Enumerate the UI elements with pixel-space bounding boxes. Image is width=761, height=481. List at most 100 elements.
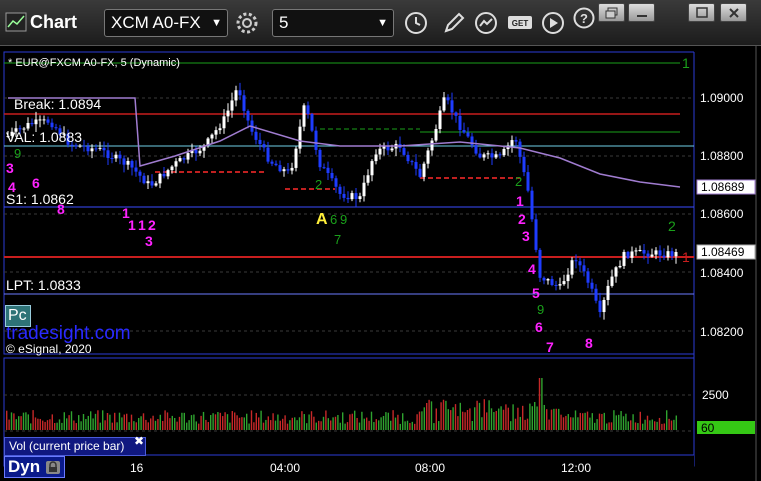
volume-bar (301, 411, 303, 430)
help-button[interactable]: ? (570, 4, 598, 32)
volume-bar (620, 411, 622, 430)
candle-body (498, 154, 502, 156)
play-button[interactable] (539, 9, 567, 37)
candle-body (454, 112, 458, 116)
candle-body (666, 251, 670, 258)
volume-bar (495, 410, 497, 430)
volume-bar (382, 415, 385, 430)
candle-body (38, 119, 42, 121)
volume-bar (15, 419, 17, 430)
volume-bar (22, 412, 25, 430)
candle-body (86, 146, 90, 152)
chart-header: * EUR@FXCM A0-FX, 5 (Dynamic) (8, 57, 180, 69)
volume-bar (327, 418, 329, 430)
volume-bar (214, 414, 217, 430)
volume-bar (32, 410, 34, 430)
candle-body (142, 175, 146, 184)
count-label: 2 (148, 217, 156, 233)
svg-text:GET: GET (512, 19, 529, 28)
candle-body (26, 122, 30, 129)
volume-bar (82, 414, 85, 430)
settings-button[interactable] (233, 9, 261, 37)
candle-body (266, 147, 270, 162)
candle-body (210, 134, 214, 139)
break-level-label: Break: 1.0894 (14, 96, 102, 112)
candle-body (550, 279, 554, 285)
volume-bar (627, 421, 629, 430)
volume-bar (514, 418, 517, 430)
volume-bar (222, 416, 224, 430)
volume-bar (128, 422, 130, 430)
volume-bar (145, 419, 147, 430)
candle-body (638, 249, 642, 251)
volume-bar (142, 413, 145, 430)
candle-body (274, 163, 278, 166)
time-button[interactable] (402, 9, 430, 37)
studies-button[interactable] (472, 9, 500, 37)
volume-bar (344, 423, 346, 430)
volume-bar (44, 421, 46, 430)
candle-body (222, 116, 226, 129)
draw-button[interactable] (440, 9, 468, 37)
chart-area[interactable]: 1.09000 1.08800 1.08600 1.08400 1.08200 … (0, 46, 761, 481)
volume-bar (246, 413, 248, 430)
candle-body (282, 169, 286, 172)
copyright: © eSignal, 2020 (6, 342, 92, 356)
candle-body (358, 196, 362, 199)
candle-body (230, 100, 234, 111)
candle-body (502, 149, 506, 156)
price-chart[interactable]: 1.09000 1.08800 1.08600 1.08400 1.08200 … (0, 46, 761, 481)
volume-bar (267, 416, 269, 430)
candle-body (590, 282, 594, 289)
maximize-icon (695, 6, 708, 18)
restore-icon (605, 7, 617, 18)
volume-bar (123, 414, 125, 430)
get-button[interactable]: GET (506, 9, 534, 37)
minimize-icon (636, 14, 647, 17)
volume-bar (550, 409, 553, 430)
chevron-down-icon: ▼ (377, 17, 388, 29)
candle-body (570, 260, 574, 275)
volume-bar (536, 406, 538, 430)
volume-bar (406, 420, 409, 430)
close-button[interactable] (720, 3, 747, 22)
candle-body (322, 167, 326, 169)
maximize-button[interactable] (688, 3, 715, 22)
volume-study-label[interactable]: Vol (current price bar) (4, 437, 146, 456)
volume-bar (54, 423, 56, 430)
volume-bar (445, 400, 447, 430)
chevron-down-icon: ▼ (211, 17, 222, 29)
candle-body (174, 161, 178, 167)
close-icon[interactable]: ✖ (134, 434, 144, 448)
symbol-value: XCM A0-FX (111, 13, 201, 32)
candle-body (426, 150, 430, 164)
candle-body (134, 167, 138, 172)
dynamic-toggle[interactable]: Dyn (4, 456, 65, 478)
candle-body (126, 160, 130, 165)
line-study-icon (475, 12, 497, 34)
volume-bar (361, 411, 363, 430)
volume-bar (260, 410, 262, 430)
volume-bar (85, 419, 87, 430)
symbol-input[interactable]: XCM A0-FX ▼ (104, 9, 228, 37)
candle-body (626, 251, 630, 258)
minimize-button[interactable] (628, 3, 655, 22)
volume-bar (200, 415, 202, 430)
volume-bar (25, 412, 27, 430)
candle-body (146, 181, 150, 184)
candle-body (270, 161, 274, 164)
candle-body (154, 183, 158, 186)
interval-select[interactable]: 5 ▼ (272, 9, 394, 37)
volume-bar (356, 417, 358, 430)
volume-bar (469, 408, 471, 430)
candle-body (566, 274, 570, 282)
restore-button[interactable] (598, 3, 625, 22)
volume-bar (526, 418, 529, 430)
volume-bar (229, 422, 231, 430)
candle-body (34, 119, 38, 125)
volume-bar (649, 420, 651, 430)
candle-body (218, 128, 222, 131)
pc-button[interactable]: Pc (5, 305, 31, 327)
volume-bar (308, 414, 310, 430)
volume-bar (466, 409, 469, 430)
